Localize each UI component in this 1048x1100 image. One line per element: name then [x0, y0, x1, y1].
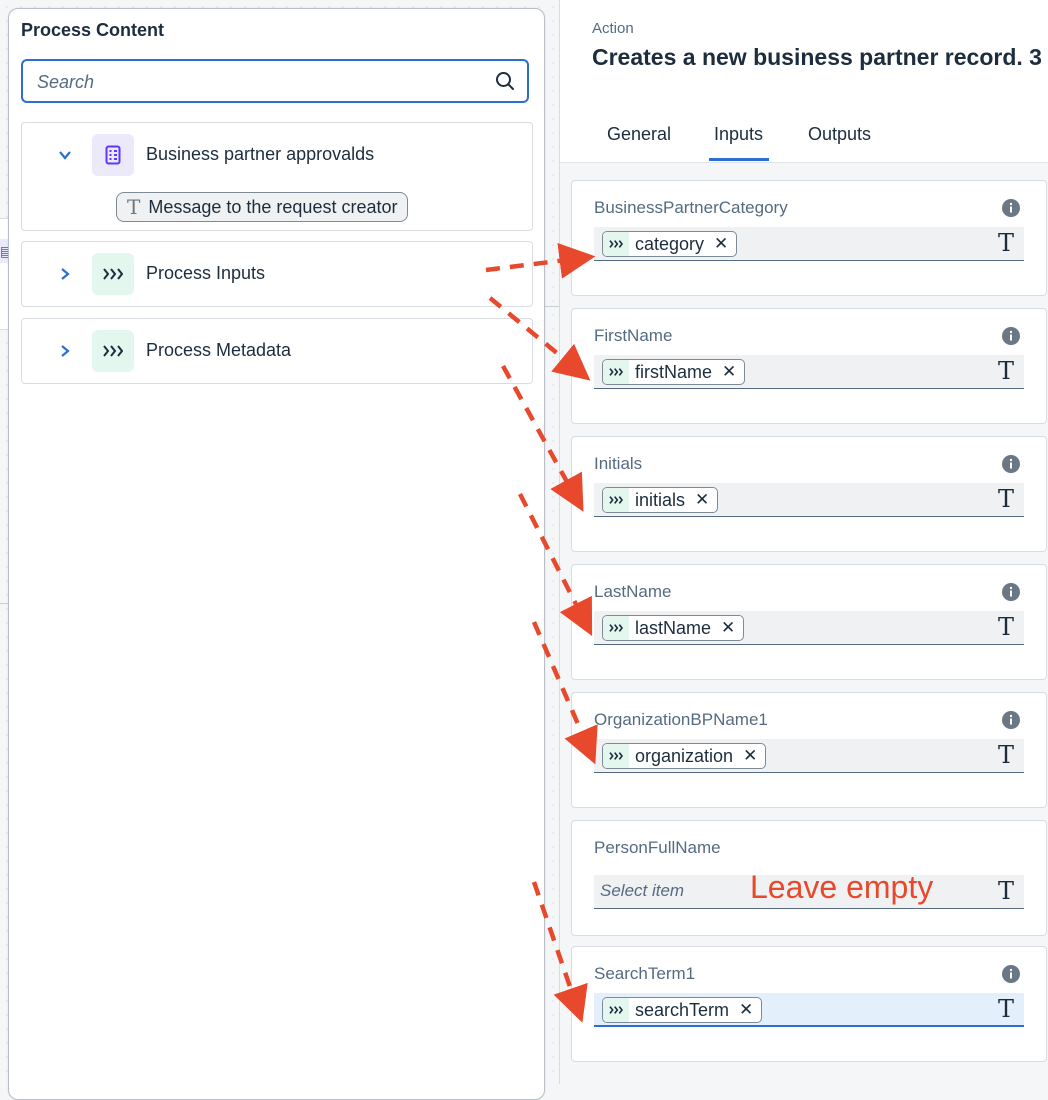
search-input[interactable] [35, 69, 479, 95]
token-label: lastName [635, 617, 712, 638]
token-input[interactable]: searchTerm ✕ T [594, 993, 1024, 1027]
process-input-icon [92, 253, 134, 295]
action-header: Action Creates a new business partner re… [560, 0, 1048, 163]
text-type-icon[interactable]: T [998, 229, 1014, 257]
info-icon[interactable] [1002, 711, 1020, 729]
search-icon[interactable] [495, 71, 515, 91]
tab-outputs[interactable]: Outputs [808, 124, 871, 145]
tab-general[interactable]: General [607, 124, 671, 145]
variable-token[interactable]: category ✕ [602, 231, 738, 257]
text-type-icon[interactable]: T [998, 613, 1014, 641]
field-label: LastName [594, 582, 672, 601]
process-input-icon [603, 744, 629, 768]
close-icon[interactable]: ✕ [695, 490, 709, 510]
close-icon[interactable]: ✕ [739, 1000, 753, 1020]
close-icon[interactable]: ✕ [743, 746, 757, 766]
token-label: category [635, 233, 705, 254]
tree-item-label: Process Inputs [146, 263, 266, 283]
text-type-icon[interactable]: T [998, 357, 1014, 385]
process-input-icon [603, 998, 629, 1022]
tab-inputs[interactable]: Inputs [714, 124, 763, 145]
tree-child-message-token[interactable]: T Message to the request creator [116, 192, 409, 222]
text-type-icon: T [127, 195, 141, 219]
close-icon[interactable]: ✕ [721, 618, 735, 638]
input-field-initials: Initials initials ✕ T [571, 436, 1047, 552]
chevron-down-icon[interactable] [58, 148, 72, 162]
token-input[interactable]: lastName ✕ T [594, 611, 1024, 645]
info-icon[interactable] [1002, 583, 1020, 601]
process-input-icon [603, 488, 629, 512]
text-type-icon[interactable]: T [998, 485, 1014, 513]
action-properties-panel: Action Creates a new business partner re… [559, 0, 1048, 1084]
field-label: FirstName [594, 326, 673, 345]
info-icon[interactable] [1002, 327, 1020, 345]
variable-token[interactable]: firstName ✕ [602, 359, 746, 385]
info-icon[interactable] [1002, 965, 1020, 983]
token-label: firstName [635, 361, 713, 382]
field-label: BusinessPartnerCategory [594, 198, 788, 217]
text-type-icon[interactable]: T [998, 995, 1014, 1023]
field-label: PersonFullName [594, 838, 721, 857]
tree-item-label: Business partner approvalds [146, 144, 375, 164]
variable-token[interactable]: organization ✕ [602, 743, 767, 769]
input-field-lastname: LastName lastName ✕ T [571, 564, 1047, 680]
info-icon[interactable] [1002, 199, 1020, 217]
form-icon [92, 134, 134, 176]
process-input-icon [92, 330, 134, 372]
process-content-panel: Process Content Business partner approva… [8, 8, 545, 1100]
action-title: Creates a new business partner record. 3 [592, 44, 1042, 70]
variable-token[interactable]: initials ✕ [602, 487, 719, 513]
input-field-organizationbpname1: OrganizationBPName1 organization ✕ T [571, 692, 1047, 808]
process-input-icon [603, 360, 629, 384]
close-icon[interactable]: ✕ [714, 234, 728, 254]
token-label: initials [635, 489, 686, 510]
token-input[interactable]: firstName ✕ T [594, 355, 1024, 389]
tree-item-business-partner-approvals[interactable]: Business partner approvalds T Message to… [21, 122, 533, 231]
form-icon: ▤ [0, 239, 8, 263]
close-icon[interactable]: ✕ [722, 362, 736, 382]
token-label: organization [635, 745, 734, 766]
text-type-icon[interactable]: T [998, 877, 1014, 905]
info-icon[interactable] [1002, 455, 1020, 473]
tree-child-label: Message to the request creator [148, 196, 398, 217]
input-field-businesspartnercategory: BusinessPartnerCategory category ✕ T [571, 180, 1047, 296]
tree-item-process-metadata[interactable]: Process Metadata [21, 318, 533, 384]
chevron-right-icon[interactable] [58, 267, 72, 281]
field-label: OrganizationBPName1 [594, 710, 768, 729]
text-type-icon[interactable]: T [998, 741, 1014, 769]
active-tab-indicator [709, 158, 769, 161]
chevron-right-icon[interactable] [58, 344, 72, 358]
token-input[interactable]: initials ✕ T [594, 483, 1024, 517]
select-item-placeholder: Select item [600, 881, 685, 900]
process-input-icon [603, 232, 629, 256]
field-label: Initials [594, 454, 643, 473]
canvas-connector [544, 306, 560, 307]
field-label: SearchTerm1 [594, 964, 696, 983]
token-input[interactable]: category ✕ T [594, 227, 1024, 261]
search-field[interactable] [21, 59, 529, 103]
token-input[interactable]: organization ✕ T [594, 739, 1024, 773]
process-input-icon [603, 616, 629, 640]
panel-title: Process Content [21, 20, 165, 40]
action-type-label: Action [592, 20, 634, 37]
tree-item-label: Process Metadata [146, 340, 292, 360]
variable-token[interactable]: lastName ✕ [602, 615, 745, 641]
input-field-firstname: FirstName firstName ✕ T [571, 308, 1047, 424]
token-label: searchTerm [635, 999, 730, 1020]
tree-item-process-inputs[interactable]: Process Inputs [21, 241, 533, 307]
annotation-leave-empty: Leave empty [750, 869, 934, 905]
input-field-searchterm1: SearchTerm1 searchTerm ✕ T [571, 946, 1047, 1062]
variable-token[interactable]: searchTerm ✕ [602, 997, 763, 1023]
